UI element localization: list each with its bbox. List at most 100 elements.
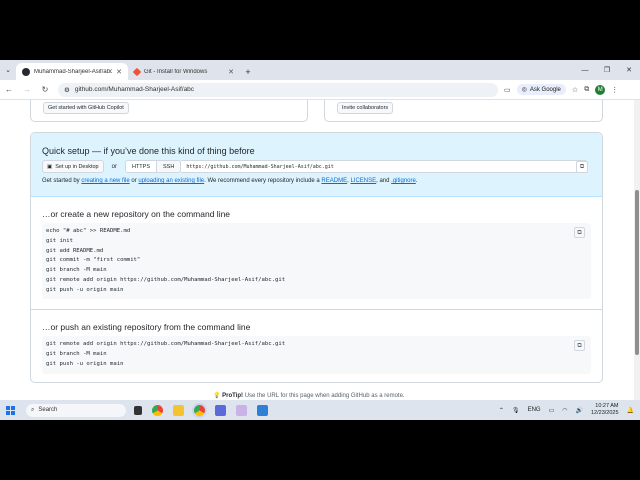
license-link[interactable]: LICENSE xyxy=(350,178,376,184)
bookmark-star-icon[interactable]: ☆ xyxy=(572,86,578,94)
extensions-icon[interactable]: ⧉ xyxy=(584,86,589,94)
chevron-up-icon[interactable]: ⌃ xyxy=(499,407,504,414)
code-line: git branch -M main xyxy=(46,350,107,357)
code-line: git remote add origin https://github.com… xyxy=(46,276,286,283)
clock-time: 10:27 AM xyxy=(595,403,619,409)
chrome-icon[interactable] xyxy=(152,404,163,416)
push-repo-code[interactable]: git remote add origin https://github.com… xyxy=(42,336,591,374)
copy-url-icon[interactable]: ⧉ xyxy=(576,161,588,173)
code-line: git remote add origin https://github.com… xyxy=(46,341,286,347)
close-tab-icon[interactable]: ✕ xyxy=(116,68,122,76)
tab-git-install[interactable]: Git - Install for Windows ✕ xyxy=(128,63,240,80)
lightbulb-icon: 💡 xyxy=(213,393,221,399)
search-icon: ⌕ xyxy=(31,406,35,413)
copilot-card: Get started with GitHub Copilot xyxy=(30,100,308,122)
gitignore-link[interactable]: .gitignore xyxy=(391,178,416,184)
window-controls: — ❐ ✕ xyxy=(574,60,640,80)
system-tray: ⌃ 🎙 ENG ▭ ◠ 🔊 10:27 AM 12/23/2025 🔔 xyxy=(499,403,640,417)
profile-avatar[interactable]: M xyxy=(595,84,606,95)
start-button[interactable] xyxy=(0,405,20,415)
forward-icon[interactable]: → xyxy=(18,85,36,94)
url-text: github.com/Muhammad-Sharjeel-Asif/abc xyxy=(74,86,195,93)
protip: 💡 ProTip! Use the URL for this page when… xyxy=(213,392,405,399)
close-tab-icon[interactable]: ✕ xyxy=(228,68,234,76)
clock[interactable]: 10:27 AM 12/23/2025 xyxy=(591,403,619,417)
create-repo-code[interactable]: echo "# abc" >> README.md git init git add… xyxy=(42,223,591,299)
desktop-icon: ▣ xyxy=(47,163,53,170)
https-tab[interactable]: HTTPS xyxy=(125,161,157,172)
invite-collaborators-button[interactable]: Invite collaborators xyxy=(337,102,394,114)
code-line: git add README.md xyxy=(46,247,104,254)
close-window-icon[interactable]: ✕ xyxy=(618,66,640,74)
protocol-toggle: HTTPS SSH xyxy=(124,160,182,173)
address-bar[interactable]: ⚙ github.com/Muhammad-Sharjeel-Asif/abc xyxy=(58,82,498,97)
create-repo-section: …or create a new repository on the comma… xyxy=(31,197,602,310)
snipping-tool-icon[interactable] xyxy=(215,404,226,416)
code-line: git init xyxy=(46,237,73,244)
clone-url-input[interactable]: https://github.com/Muhammad-Sharjeel-Asi… xyxy=(181,160,587,173)
copilot-button[interactable]: Get started with GitHub Copilot xyxy=(43,102,129,114)
readme-link[interactable]: README xyxy=(321,178,347,184)
code-line: git branch -M main xyxy=(46,267,107,274)
screen: ⌄ Muhammad-Sharjeel-Asif/abc ✕ Git - Ins… xyxy=(0,60,640,420)
minimize-icon[interactable]: — xyxy=(574,67,596,74)
code-line: echo "# abc" >> README.md xyxy=(46,228,131,234)
code-line: git commit -m "first commit" xyxy=(46,257,141,264)
windows-logo-icon xyxy=(5,405,15,415)
new-tab-button[interactable]: + xyxy=(240,63,256,80)
tab-title: Git - Install for Windows xyxy=(144,68,208,75)
microphone-icon[interactable]: 🎙 xyxy=(512,407,520,414)
create-repo-title: …or create a new repository on the comma… xyxy=(42,209,231,219)
push-repo-title: …or push an existing repository from the… xyxy=(42,322,251,332)
back-icon[interactable]: ← xyxy=(0,85,18,94)
browser-toolbar: ← → ↻ ⚙ github.com/Muhammad-Sharjeel-Asi… xyxy=(0,80,640,100)
tab-search-chevron-icon[interactable]: ⌄ xyxy=(0,60,16,80)
tab-strip: ⌄ Muhammad-Sharjeel-Asif/abc ✕ Git - Ins… xyxy=(0,60,640,80)
invite-card: Invite collaborators xyxy=(324,100,603,122)
quick-setup: Quick setup — if you’ve done this kind o… xyxy=(31,133,602,197)
volume-icon[interactable]: 🔊 xyxy=(576,407,583,414)
page-scrollbar[interactable] xyxy=(634,100,640,400)
create-new-file-link[interactable]: creating a new file xyxy=(81,178,129,184)
ssh-tab[interactable]: SSH xyxy=(157,161,180,172)
wifi-icon[interactable]: ◠ xyxy=(562,407,567,414)
notification-icon[interactable]: 🔔 xyxy=(627,407,634,414)
copy-code-icon[interactable]: ⧉ xyxy=(574,340,585,351)
hint-text: Get started by xyxy=(42,178,80,184)
tab-github-repo[interactable]: Muhammad-Sharjeel-Asif/abc ✕ xyxy=(16,63,128,80)
hint-text: . We recommend every repository include … xyxy=(204,178,320,184)
upload-file-link[interactable]: uploading an existing file xyxy=(138,178,204,184)
page-content: Get started with GitHub Copilot Invite c… xyxy=(0,100,634,400)
vscode-icon[interactable] xyxy=(236,404,247,416)
hint-text: or xyxy=(131,178,137,184)
chrome-profile-icon[interactable] xyxy=(194,404,205,416)
quick-setup-title: Quick setup — if you’ve done this kind o… xyxy=(42,146,255,156)
setup-desktop-button[interactable]: ▣ Set up in Desktop xyxy=(42,160,104,173)
reload-icon[interactable]: ↻ xyxy=(36,85,54,94)
monitor-icon[interactable]: ▭ xyxy=(549,407,555,414)
search-placeholder: Search xyxy=(38,407,58,413)
scrollbar-thumb[interactable] xyxy=(635,190,639,355)
push-repo-section: …or push an existing repository from the… xyxy=(31,310,602,382)
site-info-icon[interactable]: ⚙ xyxy=(64,86,70,94)
quick-setup-hint: Get started by creating a new file or up… xyxy=(42,178,418,184)
restore-icon[interactable]: ❐ xyxy=(596,66,618,74)
task-view-icon[interactable] xyxy=(134,405,142,415)
tab-title: Muhammad-Sharjeel-Asif/abc xyxy=(34,68,113,75)
github-icon xyxy=(22,67,30,76)
file-explorer-icon[interactable] xyxy=(173,404,184,416)
copy-code-icon[interactable]: ⧉ xyxy=(574,227,585,238)
clock-date: 12/23/2025 xyxy=(590,410,619,416)
setup-desktop-label: Set up in Desktop xyxy=(55,163,99,170)
menu-icon[interactable]: ⋮ xyxy=(611,86,618,94)
taskbar-search[interactable]: ⌕ Search xyxy=(26,403,126,417)
code-line: git push -u origin main xyxy=(46,286,124,293)
language-indicator[interactable]: ENG xyxy=(528,407,541,413)
protip-text: Use the URL for this page when adding Gi… xyxy=(244,393,405,399)
calculator-icon[interactable] xyxy=(257,404,268,416)
windows-taskbar: ⌕ Search ⌃ 🎙 ENG ▭ ◠ 🔊 10:27 AM 12/23/20… xyxy=(0,400,640,420)
cast-icon[interactable]: ▭ xyxy=(504,86,511,94)
hint-text: . xyxy=(415,178,418,184)
ask-google-button[interactable]: ◎ Ask Google xyxy=(516,84,566,95)
lens-icon: ◎ xyxy=(521,87,527,93)
